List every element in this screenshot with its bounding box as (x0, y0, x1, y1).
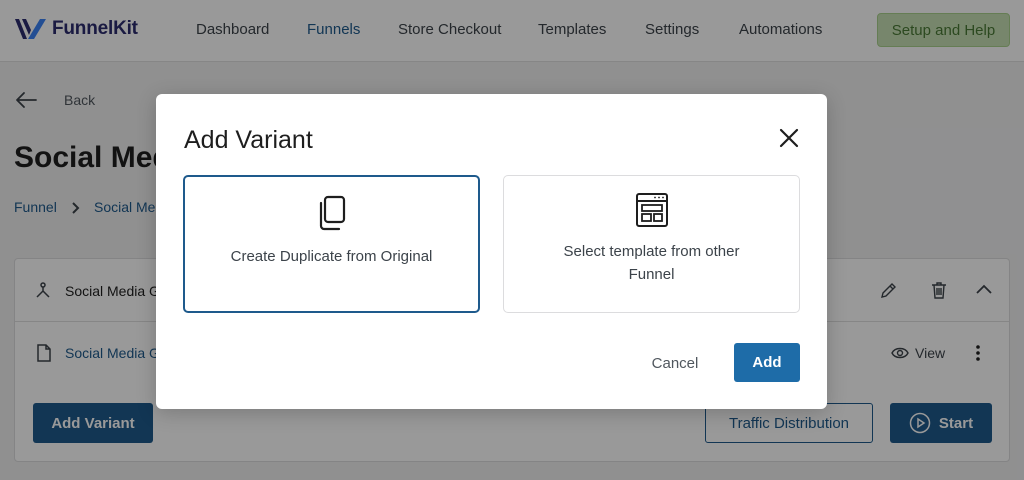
duplicate-icon (319, 195, 345, 231)
option-duplicate-original[interactable]: Create Duplicate from Original (183, 175, 480, 313)
add-button[interactable]: Add (734, 343, 800, 382)
cancel-button[interactable]: Cancel (634, 344, 716, 382)
close-icon[interactable] (778, 127, 800, 149)
option-duplicate-label: Create Duplicate from Original (230, 248, 433, 265)
add-variant-modal: Add Variant Create Duplicate from Origin… (156, 94, 827, 409)
template-icon (635, 193, 668, 227)
option-template-other-funnel[interactable]: Select template from other Funnel (503, 175, 800, 313)
modal-title: Add Variant (184, 126, 313, 154)
option-template-label: Select template from other Funnel (563, 243, 740, 283)
